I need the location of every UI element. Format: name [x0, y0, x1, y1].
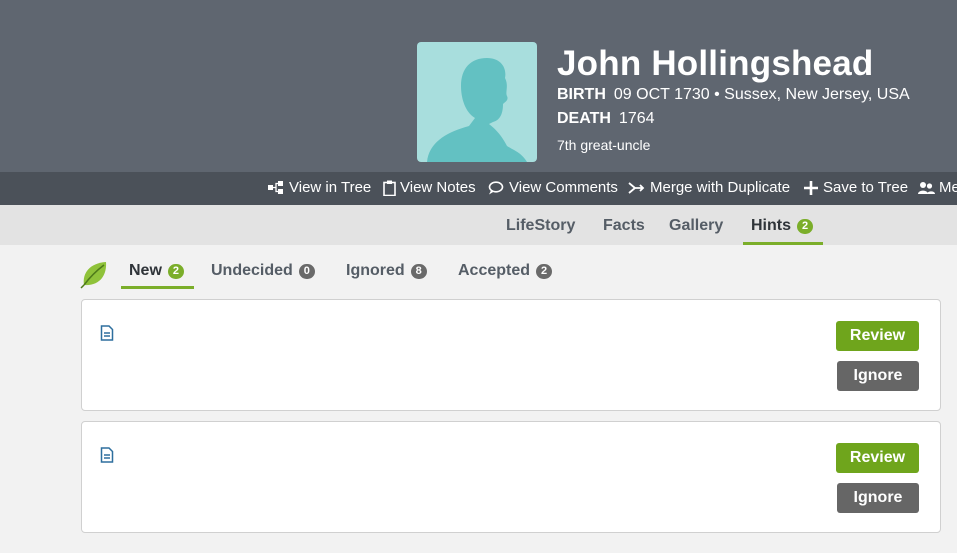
active-hint-tab-indicator: [121, 286, 194, 289]
birth-label: BIRTH: [557, 86, 606, 103]
birth-value: 09 OCT 1730 • Sussex, New Jersey, USA: [613, 86, 910, 103]
review-button[interactable]: Review: [836, 443, 919, 473]
hint-tab-ignored[interactable]: Ignored 8: [346, 262, 427, 280]
hint-tab-ignored-label: Ignored: [346, 262, 405, 279]
view-in-tree-link[interactable]: View in Tree: [268, 179, 371, 196]
tab-lifestory[interactable]: LifeStory: [506, 217, 575, 235]
merge-duplicate-link[interactable]: Merge with Duplicate: [628, 179, 790, 196]
hint-tab-accepted[interactable]: Accepted 2: [458, 262, 553, 280]
save-to-tree-link[interactable]: Save to Tree: [803, 179, 908, 196]
ignored-count-badge: 8: [410, 263, 427, 279]
view-comments-label: View Comments: [509, 179, 618, 196]
document-icon: [100, 325, 114, 341]
tab-hints-label: Hints: [751, 217, 791, 234]
ignore-button[interactable]: Ignore: [837, 361, 919, 391]
view-in-tree-label: View in Tree: [289, 179, 372, 196]
hint-tab-undecided-label: Undecided: [211, 262, 293, 279]
merge-duplicate-label: Merge with Duplicate: [650, 179, 791, 196]
hints-count-badge: 2: [797, 218, 813, 234]
hint-tab-accepted-label: Accepted: [458, 262, 531, 279]
new-count-badge: 2: [167, 263, 184, 279]
merge-icon: [628, 181, 645, 194]
death-value: 1764: [618, 110, 655, 127]
more-actions-label: Me: [939, 179, 957, 196]
relationship-label: 7th great-uncle: [557, 137, 651, 153]
save-to-tree-label: Save to Tree: [823, 179, 909, 196]
tab-gallery-label: Gallery: [669, 217, 724, 234]
undecided-count-badge: 0: [298, 263, 315, 279]
hint-tab-undecided[interactable]: Undecided 0: [211, 262, 315, 280]
view-notes-link[interactable]: View Notes: [383, 179, 476, 196]
tab-facts[interactable]: Facts: [603, 217, 645, 235]
tab-gallery[interactable]: Gallery: [669, 217, 723, 235]
document-icon: [100, 447, 114, 463]
ignore-button[interactable]: Ignore: [837, 483, 919, 513]
birth-fact: BIRTH 09 OCT 1730 • Sussex, New Jersey, U…: [557, 86, 910, 104]
more-actions-link[interactable]: Me: [918, 179, 957, 196]
view-comments-link[interactable]: View Comments: [488, 179, 618, 196]
people-icon: [918, 181, 935, 194]
profile-photo-placeholder[interactable]: [417, 42, 537, 162]
hint-card: Review Ignore: [81, 299, 941, 411]
silhouette-icon: [427, 58, 527, 162]
tab-lifestory-label: LifeStory: [506, 217, 576, 234]
hint-tab-new[interactable]: New 2: [129, 262, 184, 280]
profile-tabs: LifeStory Facts Gallery Hints 2: [0, 205, 957, 245]
review-button[interactable]: Review: [836, 321, 919, 351]
tree-icon: [268, 181, 283, 194]
person-header: John Hollingshead BIRTH 09 OCT 1730 • Sus…: [0, 0, 957, 172]
tab-hints[interactable]: Hints 2: [751, 217, 813, 235]
tab-facts-label: Facts: [603, 217, 645, 234]
leaf-icon: [80, 262, 107, 289]
active-tab-indicator: [743, 242, 823, 245]
death-label: DEATH: [557, 110, 611, 127]
person-name: John Hollingshead: [557, 44, 874, 83]
view-notes-label: View Notes: [400, 179, 476, 196]
comments-icon: [488, 180, 504, 194]
death-fact: DEATH 1764: [557, 110, 655, 128]
clipboard-icon: [383, 180, 396, 196]
action-bar: View in Tree View Notes View Comments Me…: [0, 172, 957, 205]
accepted-count-badge: 2: [536, 263, 553, 279]
hint-card: Review Ignore: [81, 421, 941, 533]
hint-tab-new-label: New: [129, 262, 162, 279]
plus-icon: [804, 180, 818, 195]
